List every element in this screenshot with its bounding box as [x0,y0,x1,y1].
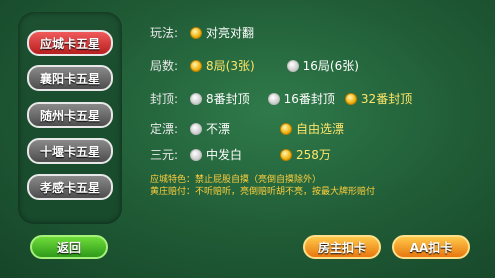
radio-selected-icon [344,92,357,105]
radio-unselected-icon [267,92,280,105]
drift-label: 定漂: [150,122,179,136]
cap-option-32[interactable]: 32番封顶 [344,90,412,107]
radio-selected-icon [280,148,293,161]
sidebar-item-yingcheng[interactable]: 应城卡五星 [27,30,113,56]
sidebar-item-xiaogan[interactable]: 孝感卡五星 [27,174,113,200]
play-option-duiliang[interactable]: 对亮对翻 [190,24,254,41]
aa-pay-button[interactable]: AA扣卡 [392,235,470,259]
play-label: 玩法: [150,26,179,40]
rounds-label: 局数: [150,59,179,73]
radio-unselected-icon [190,148,202,161]
three-label: 三元: [150,148,179,162]
rounds-option-8[interactable]: 8局(3张) [190,57,255,74]
three-row: 三元: 中发白 258万 [150,146,341,163]
radio-selected-icon [190,59,202,72]
back-button[interactable]: 返回 [30,235,108,259]
radio-unselected-icon [286,59,299,72]
rule-note-2: 黄庄赔付：不听赔听，亮倒赔听胡不亮，按最大牌形赔付 [150,187,376,197]
three-option-258[interactable]: 258万 [280,146,331,163]
radio-unselected-icon [190,122,202,135]
sidebar-item-shiyan[interactable]: 十堰卡五星 [27,138,113,164]
sidebar-item-suizhou[interactable]: 随州卡五星 [27,102,113,128]
drift-row: 定漂: 不漂 自由选漂 [150,120,354,137]
play-row: 玩法: 对亮对翻 [150,24,264,41]
rounds-option-16[interactable]: 16局(6张) [286,57,359,74]
radio-unselected-icon [190,92,202,105]
cap-label: 封顶: [150,92,179,106]
host-pay-button[interactable]: 房主扣卡 [303,235,381,259]
city-sidebar: 应城卡五星 襄阳卡五星 随州卡五星 十堰卡五星 孝感卡五星 [18,12,122,224]
drift-option-none[interactable]: 不漂 [190,120,230,137]
cap-option-8[interactable]: 8番封顶 [190,90,250,107]
drift-option-free[interactable]: 自由选漂 [280,120,344,137]
sidebar-item-xiangyang[interactable]: 襄阳卡五星 [27,65,113,91]
radio-selected-icon [280,122,293,135]
cap-option-16[interactable]: 16番封顶 [267,90,335,107]
cap-row: 封顶: 8番封顶 16番封顶 32番封顶 [150,90,422,107]
rounds-row: 局数: 8局(3张) 16局(6张) [150,57,369,74]
radio-selected-icon [190,26,202,39]
three-option-zfb[interactable]: 中发白 [190,146,242,163]
